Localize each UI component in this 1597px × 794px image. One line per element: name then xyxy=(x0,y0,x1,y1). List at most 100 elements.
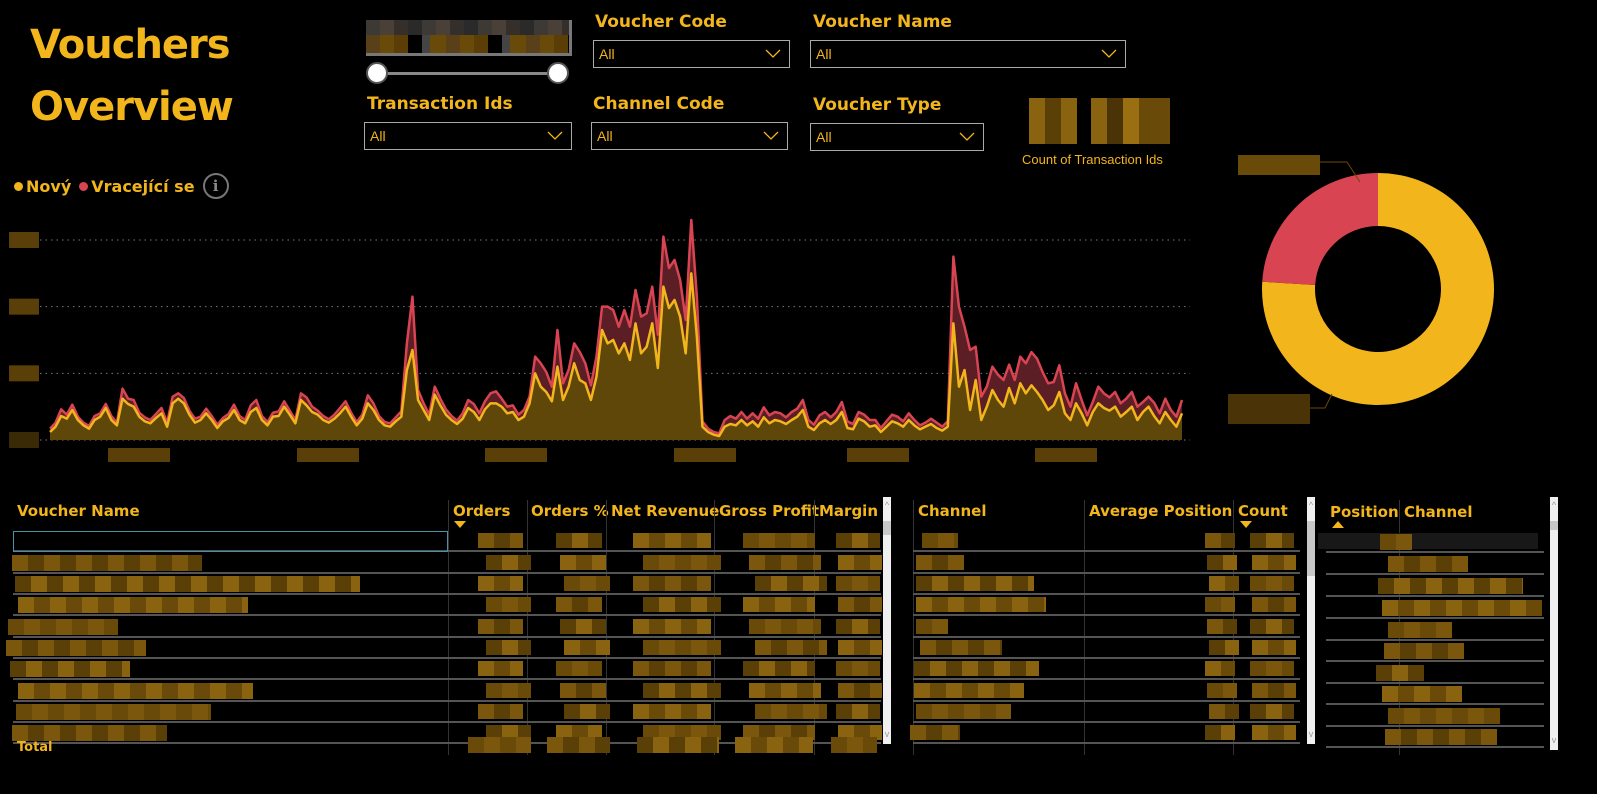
scrollbar-thumb[interactable] xyxy=(883,521,891,535)
vouchers-table-scrollbar[interactable]: ^ v xyxy=(883,497,891,744)
scroll-down-icon[interactable]: v xyxy=(1549,735,1559,745)
scroll-up-icon[interactable]: ^ xyxy=(1549,500,1559,510)
redacted-cell-value xyxy=(922,533,958,548)
table-row[interactable] xyxy=(0,637,882,657)
redacted-cell-value xyxy=(10,661,130,677)
positions-table: Position Channel ^ v xyxy=(1318,497,1597,760)
redacted-cell-value xyxy=(743,597,815,612)
date-range-lower-handle[interactable] xyxy=(366,62,388,84)
column-header-margin[interactable]: Margin xyxy=(819,502,878,520)
channels-table-scrollbar[interactable]: ^ v xyxy=(1307,497,1315,744)
scrollbar-thumb[interactable] xyxy=(1550,521,1558,530)
x-tick-label xyxy=(674,448,736,462)
table-row[interactable] xyxy=(1318,553,1546,573)
voucher-code-dropdown[interactable]: All xyxy=(593,40,790,68)
column-header-voucher-name[interactable]: Voucher Name xyxy=(17,502,140,520)
table-row[interactable] xyxy=(900,552,1300,572)
row-divider xyxy=(913,742,1300,744)
channels-table: Channel Average Position Count ^ v xyxy=(900,497,1320,760)
scrollbar-thumb[interactable] xyxy=(1307,521,1315,576)
redacted-cell-value xyxy=(486,555,531,570)
redacted-cell-value xyxy=(1250,576,1294,591)
voucher-name-dropdown[interactable]: All xyxy=(810,40,1126,68)
redacted-cell-value xyxy=(486,597,531,612)
redacted-cell-value xyxy=(556,661,602,676)
table-row[interactable] xyxy=(900,594,1300,614)
table-row[interactable] xyxy=(900,658,1300,678)
table-row[interactable] xyxy=(900,701,1300,721)
table-row[interactable] xyxy=(0,594,882,614)
redacted-cell-value xyxy=(910,725,960,740)
voucher-type-dropdown[interactable]: All xyxy=(810,123,984,151)
redacted-cell-value xyxy=(643,597,721,612)
chevron-down-icon xyxy=(1101,49,1117,58)
scroll-up-icon[interactable]: ^ xyxy=(1306,500,1316,510)
transaction-ids-dropdown[interactable]: All xyxy=(364,122,572,150)
scroll-up-icon[interactable]: ^ xyxy=(882,500,892,510)
table-row[interactable] xyxy=(0,573,880,593)
table-row[interactable] xyxy=(1318,531,1546,551)
voucher-code-value: All xyxy=(599,46,615,62)
table-row[interactable] xyxy=(900,573,1300,593)
redacted-cell-value xyxy=(1250,661,1294,676)
column-header-average-position[interactable]: Average Position xyxy=(1089,502,1232,520)
redacted-cell-value xyxy=(633,661,711,676)
column-header-channel[interactable]: Channel xyxy=(918,502,986,520)
positions-table-scrollbar[interactable]: ^ v xyxy=(1550,497,1558,750)
table-row[interactable] xyxy=(0,616,880,636)
selected-row-cell[interactable] xyxy=(13,531,448,552)
column-header-position[interactable]: Position xyxy=(1330,503,1399,521)
stacked-area-chart[interactable] xyxy=(0,210,1200,470)
table-row[interactable] xyxy=(0,658,880,678)
table-row[interactable] xyxy=(900,680,1300,700)
column-header-orders[interactable]: Orders xyxy=(453,502,510,520)
redacted-cell-value xyxy=(18,683,253,699)
redacted-cell-value xyxy=(1380,534,1412,550)
table-row[interactable] xyxy=(1318,683,1546,703)
table-row[interactable] xyxy=(900,616,1300,636)
table-row[interactable] xyxy=(1318,662,1546,682)
scroll-down-icon[interactable]: v xyxy=(882,729,892,739)
redacted-cell-value xyxy=(914,661,1039,676)
legend-item-returning[interactable]: Vracející se xyxy=(79,177,195,196)
channel-code-dropdown[interactable]: All xyxy=(591,122,788,150)
donut-slice-returning[interactable] xyxy=(1262,173,1378,286)
redacted-cell-value xyxy=(1382,600,1542,616)
column-header-net-revenue[interactable]: Net Revenue xyxy=(611,502,719,520)
sort-descending-icon xyxy=(454,521,466,528)
redacted-cell-value xyxy=(1388,708,1500,724)
transaction-ids-label: Transaction Ids xyxy=(367,94,513,114)
column-header-channel[interactable]: Channel xyxy=(1404,503,1472,521)
date-range-upper-handle[interactable] xyxy=(547,62,569,84)
table-row[interactable] xyxy=(1318,597,1546,617)
table-row[interactable] xyxy=(1318,640,1546,660)
info-icon[interactable]: i xyxy=(202,173,229,199)
table-row[interactable] xyxy=(900,530,1300,550)
y-tick-label xyxy=(9,298,39,315)
donut-chart[interactable] xyxy=(1200,140,1597,440)
redacted-cell-value xyxy=(643,555,721,570)
column-header-orders[interactable]: Orders % xyxy=(531,502,609,520)
redacted-cell-value xyxy=(564,704,610,719)
table-row[interactable] xyxy=(900,637,1300,657)
redacted-cell-value xyxy=(836,661,880,676)
redacted-cell-value xyxy=(1207,619,1237,634)
redacted-cell-value xyxy=(643,640,721,655)
column-header-gross-profit[interactable]: Gross Profit xyxy=(719,502,819,520)
scroll-down-icon[interactable]: v xyxy=(1306,729,1316,739)
table-row[interactable] xyxy=(0,680,882,700)
table-row[interactable] xyxy=(1318,705,1546,725)
legend-item-new[interactable]: Nový xyxy=(14,177,71,196)
table-row[interactable] xyxy=(0,701,880,721)
kpi-transaction-count-value xyxy=(1029,98,1170,144)
date-range-slider-track[interactable] xyxy=(377,72,558,75)
table-row[interactable] xyxy=(1318,575,1546,595)
table-row[interactable] xyxy=(900,722,1300,742)
redacted-cell-value xyxy=(478,619,523,634)
redacted-cell-value xyxy=(633,704,711,719)
column-header-count[interactable]: Count xyxy=(1238,502,1288,520)
row-highlight xyxy=(1318,533,1538,549)
table-row[interactable] xyxy=(1318,619,1546,639)
table-row[interactable] xyxy=(0,552,882,572)
table-row[interactable] xyxy=(1318,726,1546,746)
